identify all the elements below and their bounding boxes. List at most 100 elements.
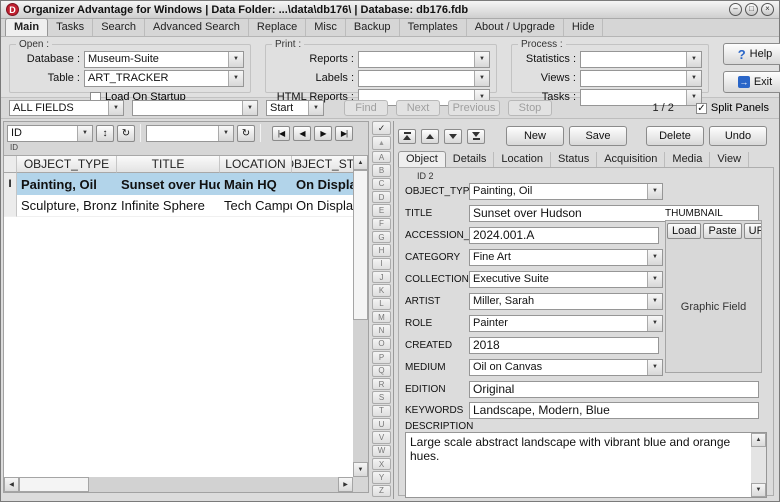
horizontal-scrollbar[interactable]: ◀ ▶: [4, 477, 353, 492]
scroll-right-icon[interactable]: ▶: [338, 477, 353, 492]
tab-hide[interactable]: Hide: [564, 19, 604, 36]
scroll-down-icon[interactable]: ▼: [353, 462, 368, 477]
alphabet-button-n[interactable]: N: [372, 324, 391, 337]
alphabet-button-p[interactable]: P: [372, 351, 391, 364]
tasks-combo[interactable]: ▼: [580, 88, 702, 106]
chevron-down-icon[interactable]: ▼: [474, 51, 489, 67]
chevron-down-icon[interactable]: ▼: [647, 271, 662, 287]
edition-field[interactable]: [469, 380, 759, 398]
chevron-down-icon[interactable]: ▼: [228, 70, 243, 86]
chevron-down-icon[interactable]: ▼: [686, 70, 701, 86]
tab-backup[interactable]: Backup: [346, 19, 400, 36]
filter-refresh-button[interactable]: ↻: [237, 124, 255, 142]
search-field-combo[interactable]: ALL FIELDS ▼: [9, 100, 124, 116]
chevron-down-icon[interactable]: ▼: [474, 70, 489, 86]
tab-main[interactable]: Main: [5, 18, 49, 36]
table-row[interactable]: Sculpture, Bronze Infinite Sphere Tech C…: [4, 195, 353, 217]
tab-acquisition[interactable]: Acquisition: [597, 152, 666, 167]
table-row[interactable]: I Painting, Oil Sunset over Hudson Main …: [4, 173, 353, 195]
scrollbar-thumb[interactable]: [353, 170, 368, 320]
alphabet-button-o[interactable]: O: [372, 337, 391, 351]
sort-field-combo[interactable]: ID ▼: [7, 124, 93, 142]
previous-record-button[interactable]: ◀: [293, 125, 311, 141]
statistics-combo[interactable]: ▼: [580, 50, 702, 68]
tab-advanced-search[interactable]: Advanced Search: [145, 19, 249, 36]
maximize-icon[interactable]: □: [745, 3, 758, 16]
next-button[interactable]: Next: [396, 100, 440, 116]
chevron-down-icon[interactable]: ▼: [647, 249, 662, 265]
views-combo[interactable]: ▼: [580, 69, 702, 87]
alphabet-button-a[interactable]: A: [372, 151, 391, 164]
alphabet-button-i[interactable]: I: [372, 257, 391, 271]
chevron-down-icon[interactable]: ▼: [647, 293, 662, 309]
alphabet-button-e[interactable]: E: [372, 204, 391, 217]
alphabet-button-s[interactable]: S: [372, 391, 391, 404]
sort-direction-button[interactable]: ↕: [96, 124, 114, 142]
record-next-button[interactable]: [444, 128, 462, 144]
alphabet-button-x[interactable]: X: [372, 457, 391, 471]
description-scrollbar[interactable]: ▲ ▼: [751, 433, 766, 497]
alphabet-button-w[interactable]: W: [372, 444, 391, 457]
alphabet-button-y[interactable]: Y: [372, 471, 391, 484]
thumbnail-paste-button[interactable]: Paste: [703, 223, 742, 239]
role-combo[interactable]: Painter ▼: [469, 314, 663, 332]
tab-status[interactable]: Status: [551, 152, 598, 167]
scroll-up-icon[interactable]: ▲: [751, 433, 766, 447]
scroll-up-icon[interactable]: ▲: [353, 155, 368, 170]
alphabet-button-c[interactable]: C: [372, 177, 391, 191]
alphabet-button-b[interactable]: B: [372, 164, 391, 177]
chevron-down-icon[interactable]: ▼: [108, 101, 123, 115]
artist-combo[interactable]: Miller, Sarah ▼: [469, 292, 663, 310]
vertical-scrollbar[interactable]: ▲ ▼: [353, 155, 368, 477]
save-button[interactable]: Save: [569, 126, 627, 146]
filter-combo[interactable]: ▼: [146, 124, 234, 142]
chevron-down-icon[interactable]: ▼: [647, 315, 662, 331]
tab-view[interactable]: View: [710, 152, 750, 167]
record-previous-button[interactable]: [421, 128, 439, 144]
tab-object[interactable]: Object: [398, 151, 446, 167]
alphabet-button-r[interactable]: R: [372, 377, 391, 391]
alphabet-button-d[interactable]: D: [372, 191, 391, 204]
chevron-down-icon[interactable]: ▼: [308, 101, 323, 115]
find-button[interactable]: Find: [344, 100, 388, 116]
search-input[interactable]: ▼: [132, 100, 258, 116]
close-icon[interactable]: ×: [761, 3, 774, 16]
tab-details[interactable]: Details: [446, 152, 495, 167]
chevron-down-icon[interactable]: ▼: [686, 51, 701, 67]
labels-combo[interactable]: ▼: [358, 69, 490, 87]
alphabet-button-f[interactable]: F: [372, 217, 391, 231]
reports-combo[interactable]: ▼: [358, 50, 490, 68]
chevron-down-icon[interactable]: ▼: [647, 359, 662, 375]
tab-location[interactable]: Location: [494, 152, 552, 167]
thumbnail-load-button[interactable]: Load: [667, 223, 702, 239]
chevron-down-icon[interactable]: ▼: [228, 51, 243, 67]
scroll-left-icon[interactable]: ◀: [4, 477, 19, 492]
thumbnail-url-button[interactable]: URL: [743, 223, 761, 239]
chevron-down-icon[interactable]: ▼: [647, 183, 662, 199]
refresh-button[interactable]: ↻: [117, 124, 135, 142]
stop-button[interactable]: Stop: [508, 100, 552, 116]
alphabet-all-button[interactable]: ✓: [372, 121, 391, 135]
column-header-object-status[interactable]: OBJECT_STATUS: [292, 156, 353, 173]
scrollbar-thumb[interactable]: [19, 477, 89, 492]
scroll-down-icon[interactable]: ▼: [751, 483, 766, 497]
alphabet-button-k[interactable]: K: [372, 284, 391, 297]
chevron-down-icon[interactable]: ▼: [218, 125, 233, 141]
tab-search[interactable]: Search: [93, 19, 146, 36]
collection-combo[interactable]: Executive Suite ▼: [469, 270, 663, 288]
search-mode-combo[interactable]: Start ▼: [266, 100, 324, 116]
alphabet-button-h[interactable]: H: [372, 244, 391, 257]
column-header-location[interactable]: LOCATION: [220, 156, 292, 173]
chevron-down-icon[interactable]: ▼: [77, 125, 92, 141]
tab-templates[interactable]: Templates: [400, 19, 467, 36]
keywords-field[interactable]: [469, 401, 759, 419]
tab-misc[interactable]: Misc: [306, 19, 346, 36]
description-field[interactable]: Large scale abstract landscape with vibr…: [406, 433, 751, 497]
alphabet-button-v[interactable]: V: [372, 431, 391, 444]
record-first-button[interactable]: [398, 128, 416, 144]
alphabet-button-q[interactable]: Q: [372, 364, 391, 377]
tab-replace[interactable]: Replace: [249, 19, 307, 36]
help-button[interactable]: ? Help: [723, 43, 780, 65]
medium-combo[interactable]: Oil on Canvas ▼: [469, 358, 663, 376]
column-header-object-type[interactable]: OBJECT_TYPE: [17, 156, 117, 173]
